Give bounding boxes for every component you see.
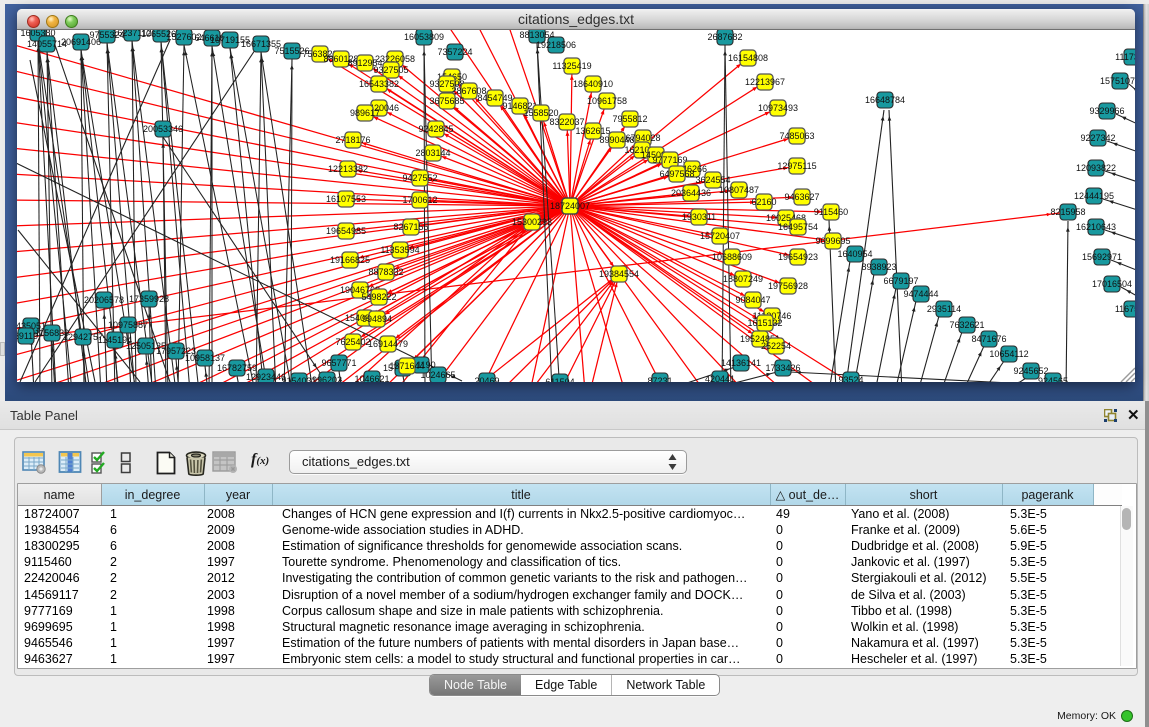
svg-text:15300293: 15300293	[512, 217, 552, 227]
svg-text:9699695: 9699695	[815, 236, 850, 246]
svg-text:7625402: 7625402	[335, 337, 370, 347]
svg-text:18807249: 18807249	[723, 274, 763, 284]
svg-text:6679197: 6679197	[883, 276, 918, 286]
svg-text:15751074: 15751074	[1100, 76, 1135, 86]
svg-text:7485063: 7485063	[779, 131, 814, 141]
svg-text:10807487: 10807487	[719, 185, 759, 195]
svg-text:7955812: 7955812	[612, 114, 647, 124]
svg-text:11353594: 11353594	[380, 245, 419, 255]
svg-text:16543382: 16543382	[359, 79, 399, 89]
svg-text:252254: 252254	[761, 341, 791, 351]
svg-text:1046621: 1046621	[354, 374, 389, 382]
svg-text:16648784: 16648784	[865, 95, 905, 105]
svg-text:2803144: 2803144	[415, 148, 450, 158]
svg-text:1615132: 1615132	[747, 318, 782, 328]
svg-text:9329966: 9329966	[1089, 106, 1124, 116]
svg-text:19756928: 19756928	[768, 281, 808, 291]
svg-text:10688609: 10688609	[712, 252, 752, 262]
svg-text:1930311: 1930311	[682, 212, 716, 222]
svg-text:924565: 924565	[1038, 376, 1068, 382]
svg-text:12213967: 12213967	[745, 77, 785, 87]
svg-text:8215958: 8215958	[1050, 207, 1085, 217]
svg-text:20364436: 20364436	[671, 188, 711, 198]
svg-text:9657771: 9657771	[321, 358, 356, 368]
svg-text:16053809: 16053809	[404, 32, 444, 42]
svg-text:62160: 62160	[751, 197, 776, 207]
svg-text:19384554: 19384554	[599, 269, 639, 279]
svg-text:1640954: 1640954	[837, 249, 872, 259]
svg-text:10961758: 10961758	[587, 96, 627, 106]
svg-text:10654112: 10654112	[989, 349, 1028, 359]
svg-text:9463627: 9463627	[784, 192, 819, 202]
svg-text:2687682: 2687682	[707, 32, 742, 42]
svg-text:15692971: 15692971	[1082, 252, 1122, 262]
svg-text:7357224: 7357224	[437, 47, 472, 57]
svg-text:12975115: 12975115	[777, 161, 816, 171]
svg-text:11325419: 11325419	[552, 61, 591, 71]
svg-text:994894: 994894	[362, 314, 392, 324]
svg-text:16495754: 16495754	[778, 222, 818, 232]
svg-text:1700612: 1700612	[402, 195, 437, 205]
svg-text:3624554: 3624554	[695, 175, 730, 185]
svg-text:12093822: 12093822	[1076, 163, 1116, 173]
svg-text:996202: 996202	[312, 375, 342, 382]
svg-text:8938923: 8938923	[861, 262, 896, 272]
svg-text:12213382: 12213382	[328, 164, 368, 174]
svg-text:8267155: 8267155	[393, 222, 428, 232]
svg-text:1371644: 1371644	[389, 361, 424, 371]
svg-text:9474444: 9474444	[903, 289, 938, 299]
svg-text:18640910: 18640910	[573, 79, 613, 89]
svg-text:10958137: 10958137	[185, 353, 225, 363]
svg-text:9115460: 9115460	[814, 207, 848, 217]
svg-text:12444195: 12444195	[1074, 191, 1114, 201]
svg-text:10975887: 10975887	[108, 320, 148, 330]
svg-text:19654985: 19654985	[326, 226, 366, 236]
svg-text:16210643: 16210643	[1076, 222, 1116, 232]
svg-text:420441: 420441	[705, 374, 735, 382]
svg-text:16914479: 16914479	[368, 339, 408, 349]
svg-text:611504: 611504	[545, 377, 574, 382]
svg-text:20469: 20469	[474, 376, 499, 382]
svg-text:17016504: 17016504	[1092, 279, 1132, 289]
svg-text:10973493: 10973493	[758, 103, 798, 113]
svg-text:1117340: 1117340	[1115, 52, 1135, 62]
svg-text:3675685: 3675685	[429, 96, 464, 106]
svg-text:1167533: 1167533	[1115, 304, 1135, 314]
svg-text:9327505: 9327505	[373, 65, 408, 75]
svg-text:14136141: 14136141	[721, 358, 761, 368]
svg-text:19218506: 19218506	[536, 40, 576, 50]
svg-text:20206578: 20206578	[84, 295, 124, 305]
svg-text:6497568: 6497568	[659, 169, 694, 179]
svg-text:9427552: 9427552	[402, 173, 437, 183]
svg-text:9245652: 9245652	[1013, 366, 1048, 376]
svg-text:9242845: 9242845	[418, 124, 453, 134]
svg-text:17359928: 17359928	[129, 294, 169, 304]
svg-text:16154808: 16154808	[728, 53, 768, 63]
svg-text:93524: 93524	[838, 375, 863, 382]
svg-text:9227342: 9227342	[1080, 133, 1115, 143]
svg-text:2718176: 2718176	[335, 135, 370, 145]
svg-text:19654923: 19654923	[778, 252, 818, 262]
svg-text:8471676: 8471676	[971, 334, 1006, 344]
svg-text:18724007: 18724007	[550, 201, 590, 211]
svg-text:20053346: 20053346	[143, 124, 183, 134]
svg-text:5498222: 5498222	[361, 292, 396, 302]
svg-text:9084047: 9084047	[735, 295, 770, 305]
svg-text:7632621: 7632621	[949, 320, 984, 330]
svg-text:12923446: 12923446	[246, 372, 286, 382]
svg-text:989617: 989617	[350, 108, 380, 118]
svg-text:15720407: 15720407	[700, 231, 740, 241]
svg-text:1733426: 1733426	[765, 363, 800, 373]
svg-text:8878332: 8878332	[368, 267, 403, 277]
svg-text:87231: 87231	[647, 376, 672, 382]
svg-text:2935114: 2935114	[927, 304, 961, 314]
svg-text:16107553: 16107553	[326, 194, 366, 204]
svg-text:19166825: 19166825	[330, 255, 370, 265]
